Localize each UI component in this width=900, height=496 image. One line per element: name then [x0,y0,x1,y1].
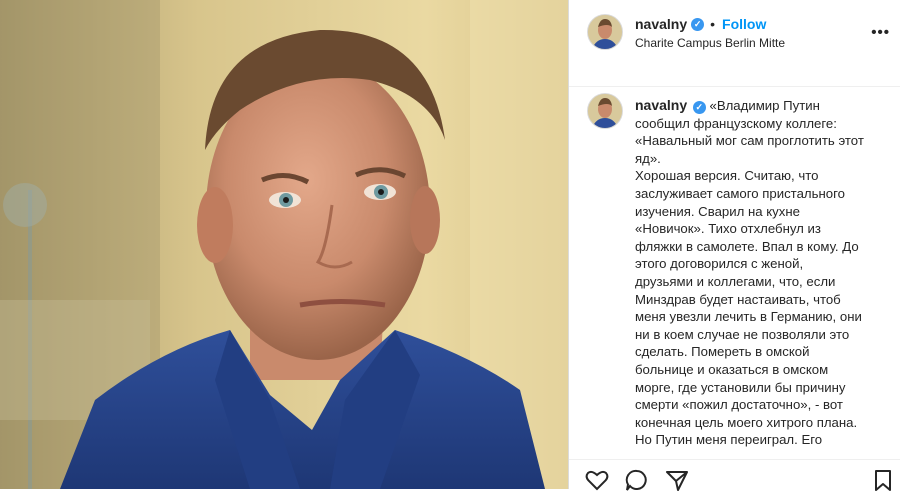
post-sidebar: navalny ✓ • Follow Charite Campus Berlin… [568,0,900,491]
caption-line: Минздрав будет настаивать, чтоб [635,291,841,307]
caption-line: морге, где установили бы причину [635,379,846,395]
caption-line: «Навальный мог сам проглотить этот [635,133,864,149]
username-link[interactable]: navalny [635,16,687,32]
separator-dot: • [710,16,716,32]
share-icon[interactable] [665,469,689,496]
post-photo[interactable] [0,0,568,489]
follow-button[interactable]: Follow [722,16,766,32]
caption-line: меня увезли лечить в Германию, они [635,309,862,325]
more-options-icon[interactable]: ••• [871,24,890,41]
caption-line: ни в коем случае не позволяли это [635,326,850,342]
caption-avatar[interactable] [587,93,623,129]
heart-icon[interactable] [585,469,609,496]
caption-line: заслуживает самого пристального [635,185,845,201]
caption-line: Хорошая версия. Считаю, что [635,168,819,184]
caption-username-link[interactable]: navalny [635,97,687,113]
portrait-image [0,0,568,489]
verified-badge-icon: ✓ [692,101,706,114]
caption-line: изучения. Сварил на кухне [635,203,800,219]
location-link[interactable]: Charite Campus Berlin Mitte [635,36,785,50]
caption-line: больнице и оказаться в омском [635,361,829,377]
bookmark-icon[interactable] [873,469,893,496]
caption-line: сообщил французскому коллеге: [635,115,837,131]
avatar[interactable] [587,14,623,50]
avatar-image [588,15,622,49]
caption-line: этого договорился с женой, [635,256,804,272]
post-header: navalny ✓ • Follow Charite Campus Berlin… [569,0,900,87]
caption-line: Но Путин меня переиграл. Его [635,432,823,448]
caption-line: «Новичок». Тихо отхлебнул из [635,221,821,237]
caption-line: фляжки в самолете. Впал в кому. До [635,238,859,254]
avatar-image [588,94,622,128]
action-bar [569,459,900,491]
caption-line: «Владимир Путин [709,98,820,113]
caption-line: смерти «пожил достаточно», - вот [635,397,843,413]
caption-line: сделать. Помереть в омской [635,344,810,360]
caption-line: конечная цель моего хитрого плана. [635,414,858,430]
comment-icon[interactable] [625,469,649,496]
verified-badge-icon: ✓ [691,17,705,31]
comments-section: navalny ✓ «Владимир Путин сообщил францу… [569,87,900,459]
post-caption: navalny ✓ «Владимир Путин сообщил францу… [635,97,887,449]
caption-line: яд». [635,150,661,166]
caption-line: друзьями и коллегами, что, если [635,273,836,289]
